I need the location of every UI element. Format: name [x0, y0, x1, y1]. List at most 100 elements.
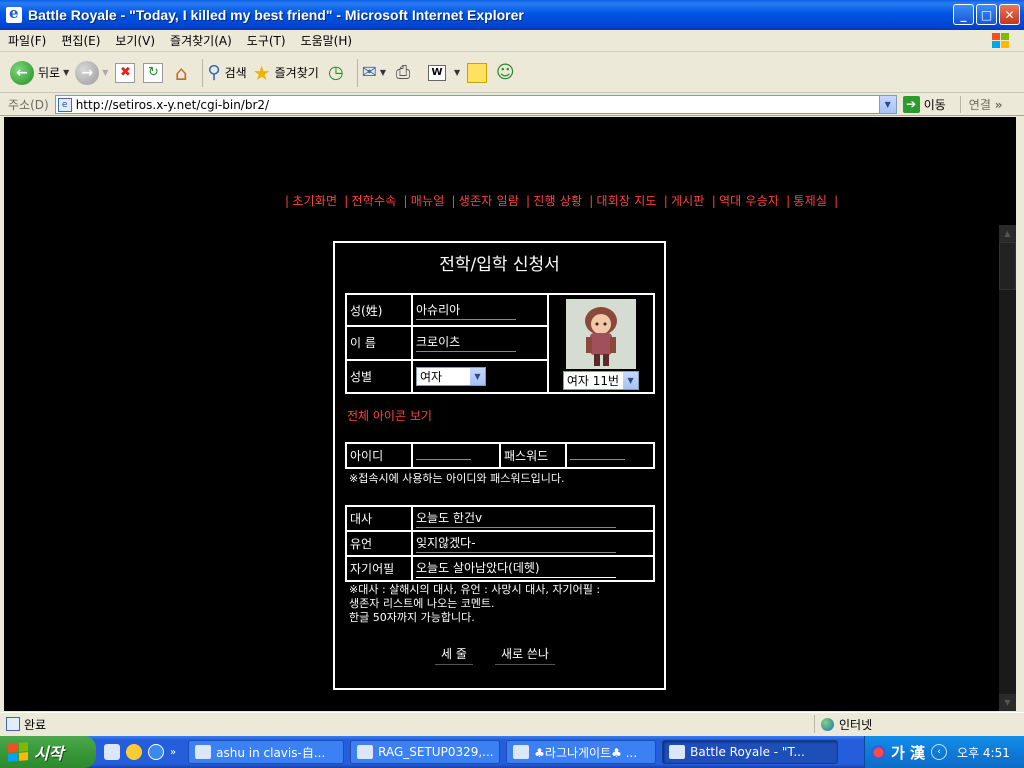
nav-links: | 초기화면 | 전학수속 | 매뉴얼 | 생존자 일람 | 진행 상황 | 대회장 지도 … [285, 194, 839, 208]
back-dropdown-icon[interactable]: ▼ [63, 68, 69, 77]
minimize-button[interactable]: _ [953, 4, 974, 25]
menu-bar: 파일(F) 편집(E) 보기(V) 즐겨찾기(A) 도구(T) 도움말(H) [0, 30, 1024, 52]
character-portrait [566, 299, 636, 369]
line-field[interactable]: 오늘도 한건v [416, 509, 616, 528]
status-bar: 완료 인터넷 [0, 712, 1024, 735]
taskbar-item[interactable]: ashu in clavis-自... [188, 740, 345, 764]
home-button[interactable]: ⌂ [170, 61, 192, 85]
address-label: 주소(D) [8, 98, 49, 112]
page-done-icon [6, 717, 20, 731]
forward-dropdown-icon[interactable]: ▼ [102, 68, 108, 77]
account-note: ※접속시에 사용하는 아이디와 패스워드입니다. [349, 472, 565, 485]
password-cell [565, 442, 655, 469]
note-button[interactable] [466, 62, 488, 84]
intro-field[interactable]: 오늘도 살아남았다(데헷) [416, 559, 616, 578]
menu-favorites[interactable]: 즐겨찾기(A) [170, 32, 232, 49]
menu-file[interactable]: 파일(F) [8, 32, 46, 49]
nav-home[interactable]: 초기화면 [292, 194, 337, 208]
form-title: 전학/입학 신청서 [439, 255, 560, 275]
ime-icon[interactable] [871, 744, 886, 760]
clock: 오후 4:51 [957, 745, 1010, 760]
taskbar-item[interactable]: ♣라그나게이트♣ ... [506, 740, 657, 764]
toolbar-separator [202, 58, 204, 87]
reset-button[interactable]: 새로 쓴나 [495, 645, 555, 665]
note-icon [467, 62, 488, 83]
taskbar-item-label: ♣라그나게이트♣ ... [534, 745, 638, 760]
maximize-button[interactable]: □ [976, 4, 997, 25]
page-scrollbar[interactable]: ▲ ▼ [999, 225, 1016, 711]
view-all-icons-link[interactable]: 전체 아이콘 보기 [347, 407, 432, 424]
tray-expand-icon[interactable]: ‹ [931, 744, 948, 760]
menu-edit[interactable]: 편집(E) [61, 32, 100, 49]
stop-button[interactable]: ✖ [114, 62, 136, 84]
edit-dropdown-icon[interactable]: ▼ [454, 68, 460, 77]
name-cell: 크로이츠 [411, 325, 549, 361]
windows-flag-icon [8, 742, 28, 762]
favorites-button[interactable]: ★ 즐겨찾기 [253, 61, 319, 85]
taskbar-item[interactable]: RAG_SETUP0329,... [350, 740, 501, 764]
mail-button[interactable]: ✉ ▼ [362, 62, 386, 83]
nav-winners[interactable]: 역대 우승자 [719, 194, 779, 208]
nav-map[interactable]: 대회장 지도 [596, 194, 656, 208]
quick-launch [104, 744, 164, 760]
icon-select[interactable]: 여자 11번 ▼ [562, 371, 640, 390]
submit-button[interactable]: 세 줄 [435, 645, 473, 665]
taskbar-item-label: ashu in clavis-自... [216, 745, 326, 760]
search-button[interactable]: ⚲ 검색 [207, 62, 246, 83]
back-arrow-icon: ← [10, 60, 34, 85]
mail-dropdown-icon[interactable]: ▼ [380, 68, 386, 77]
menu-view[interactable]: 보기(V) [115, 32, 155, 49]
scroll-up-icon[interactable]: ▲ [999, 225, 1016, 242]
gender-select[interactable]: 여자 ▼ [416, 366, 486, 386]
browser-quicklaunch-icon[interactable] [148, 744, 164, 760]
go-button[interactable]: ➔ 이동 [902, 96, 946, 113]
title-bar: Battle Royale - "Today, I killed my best… [0, 0, 1024, 30]
name-field[interactable]: 크로이츠 [416, 333, 516, 353]
links-more-icon: » [994, 98, 1003, 112]
back-button[interactable]: ← 뒤로 ▼ [10, 60, 69, 85]
address-input[interactable]: e http://setiros.x-y.net/cgi-bin/br2/ ▼ [54, 95, 897, 114]
forward-button[interactable]: → ▼ [75, 60, 108, 85]
nav-progress[interactable]: 진행 상황 [533, 194, 582, 208]
portrait-cell: 여자 11번 ▼ [547, 293, 655, 394]
star-icon: ★ [252, 60, 271, 85]
refresh-button[interactable]: ↻ [142, 62, 164, 84]
windows-logo-icon [984, 31, 1014, 51]
application-form: 전학/입학 신청서 성(姓) 아슈리아 여자 11번 ▼ 이 름 크로이츠 성별… [333, 241, 666, 690]
intro-label: 자기어필 [345, 555, 413, 582]
surname-field[interactable]: 아슈리아 [416, 301, 516, 320]
menu-help[interactable]: 도움말(H) [301, 32, 353, 49]
scroll-down-icon[interactable]: ▼ [999, 694, 1016, 711]
nav-board[interactable]: 게시판 [671, 194, 705, 208]
messenger-button[interactable]: ☺ [494, 62, 516, 84]
name-label: 이 름 [345, 325, 413, 361]
start-button[interactable]: 시작 [0, 736, 96, 768]
taskbar-item-active[interactable]: Battle Royale - "T... [662, 740, 839, 764]
nav-survivors[interactable]: 생존자 일람 [459, 194, 519, 208]
links-button[interactable]: 연결 » [959, 96, 1003, 113]
line-cell: 오늘도 한건v [411, 505, 655, 532]
ie-quicklaunch-icon[interactable] [104, 744, 120, 760]
address-bar: 주소(D) e http://setiros.x-y.net/cgi-bin/b… [0, 94, 1024, 116]
menu-tools[interactable]: 도구(T) [247, 32, 286, 49]
print-button[interactable]: ⎙ [392, 62, 414, 84]
scroll-thumb[interactable] [999, 242, 1016, 290]
nav-control[interactable]: 통제실 [793, 194, 827, 208]
id-field[interactable] [416, 458, 471, 460]
close-button[interactable]: ✕ [999, 4, 1020, 25]
nav-transfer[interactable]: 전학수속 [351, 194, 396, 208]
ime-mode[interactable]: 가 漢 [891, 742, 925, 763]
nav-manual[interactable]: 매뉴얼 [411, 194, 445, 208]
quicklaunch-more-icon[interactable]: » [170, 747, 176, 758]
history-button[interactable]: ◷ [325, 62, 347, 84]
will-field[interactable]: 잊지않겠다- [416, 534, 616, 553]
password-field[interactable] [570, 458, 625, 460]
history-icon: ◷ [327, 62, 344, 83]
gender-select-value: 여자 [420, 369, 443, 384]
security-zone: 인터넷 [814, 715, 1024, 733]
taskbar: 시작 » ashu in clavis-自... RAG_SETUP0329,.… [0, 736, 1024, 768]
messenger-quicklaunch-icon[interactable] [126, 744, 142, 760]
status-text: 완료 [24, 717, 47, 732]
address-dropdown-icon[interactable]: ▼ [878, 96, 896, 113]
edit-button[interactable]: W ▼ [428, 64, 460, 81]
